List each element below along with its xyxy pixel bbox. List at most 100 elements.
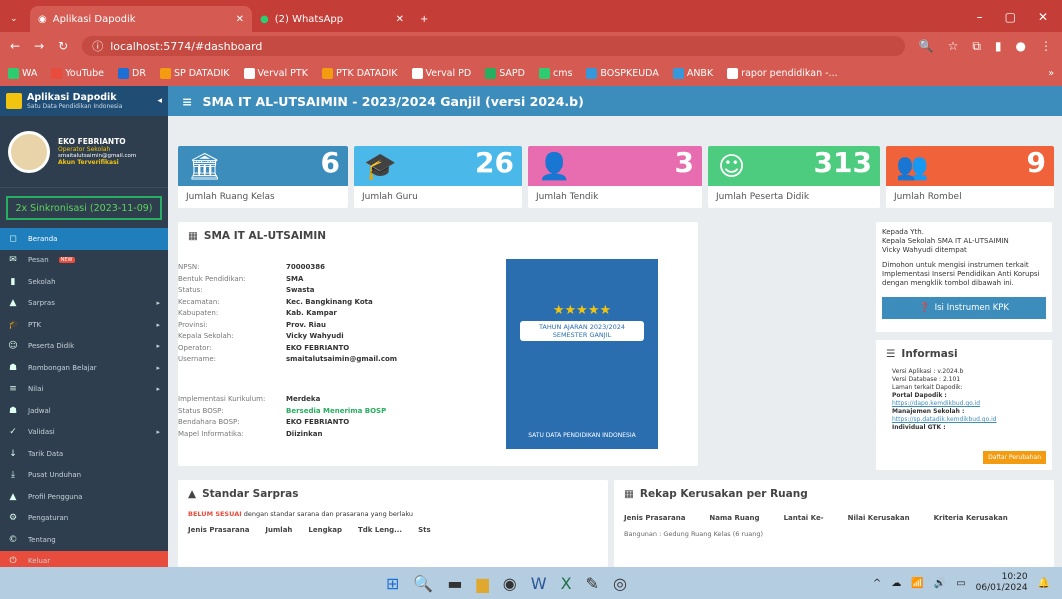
mgr-link[interactable]: https://sp.datadik.kemdikbud.go.id: [892, 416, 997, 423]
bookmark-9[interactable]: BOSPKEUDA: [586, 67, 659, 79]
sidebar-item-13[interactable]: ⚙ Pengaturan: [0, 508, 168, 530]
search-icon[interactable]: 🔍: [413, 574, 433, 593]
column-header[interactable]: Lantai Ke-: [784, 514, 824, 522]
taskview-icon[interactable]: ▬: [447, 574, 462, 593]
weather-icon[interactable]: ☁: [891, 578, 901, 589]
info-value: Merdeka: [286, 395, 321, 403]
stat-card-1[interactable]: 🎓 26 Jumlah Guru: [354, 146, 522, 208]
forward-icon[interactable]: →: [34, 39, 44, 53]
bookmark-5[interactable]: PTK DATADIK: [321, 67, 398, 79]
sidebar-item-1[interactable]: ✉ Pesan NEW: [0, 250, 168, 272]
bookmark-6[interactable]: Verval PD: [411, 67, 471, 79]
sidebar-item-2[interactable]: ▮ Sekolah: [0, 271, 168, 293]
minimize-icon[interactable]: –: [977, 10, 983, 24]
bookmark-4[interactable]: Verval PTK: [243, 67, 308, 79]
column-header[interactable]: Lengkap: [308, 526, 342, 534]
sidebar-item-9[interactable]: ✓ Validasi ▸: [0, 422, 168, 444]
stat-card-4[interactable]: 👥 9 Jumlah Rombel: [886, 146, 1054, 208]
pen-icon[interactable]: ✎: [586, 574, 599, 593]
new-tab-button[interactable]: +: [412, 6, 436, 32]
info-key: Status BOSP:: [178, 406, 224, 415]
info-row: Implementasi Kurikulum: Merdeka: [178, 394, 386, 406]
bookmark-11[interactable]: rapor pendidikan -...: [727, 67, 838, 79]
notification-icon[interactable]: 🔔: [1038, 578, 1050, 589]
url-input[interactable]: ⓘ localhost:5774/#dashboard: [82, 36, 905, 56]
sidebar-item-10[interactable]: ↓ Tarik Data: [0, 443, 168, 465]
bookmark-1[interactable]: YouTube: [51, 67, 104, 79]
chrome-app-icon[interactable]: ◎: [613, 574, 627, 593]
excel-icon[interactable]: X: [561, 574, 572, 593]
word-icon[interactable]: W: [531, 574, 547, 593]
user-status: Akun Terverifikasi: [58, 159, 119, 166]
column-header[interactable]: Tdk Leng...: [358, 526, 402, 534]
bookmark-10[interactable]: ANBK: [672, 67, 713, 79]
sidebar-item-8[interactable]: ☗ Jadwal: [0, 400, 168, 422]
sidebar-item-15[interactable]: ⏻ Keluar: [0, 550, 168, 567]
stat-icon: 👥: [896, 152, 929, 182]
stat-card-3[interactable]: ☺ 313 Jumlah Peserta Didik: [708, 146, 880, 208]
column-header[interactable]: Jumlah: [265, 526, 292, 534]
sidebar-item-4[interactable]: 🎓 PTK ▸: [0, 314, 168, 336]
sidebar-item-label: Sekolah: [28, 277, 56, 286]
sidebar-item-5[interactable]: ☺ Peserta Didik ▸: [0, 336, 168, 358]
rekap-group-row[interactable]: Bangunan : Gedung Ruang Kelas (6 ruang): [614, 522, 1054, 546]
stat-card-2[interactable]: 👤 3 Jumlah Tendik: [528, 146, 702, 208]
bookmark-7[interactable]: SAPD: [485, 67, 525, 79]
portal-link[interactable]: https://dapo.kemdikbud.go.id: [892, 400, 980, 407]
close-icon[interactable]: ✕: [236, 14, 244, 25]
zoom-icon[interactable]: 🔍: [919, 39, 934, 53]
back-icon[interactable]: ←: [10, 39, 20, 53]
sidebar-item-3[interactable]: ▲ Sarpras ▸: [0, 293, 168, 315]
reload-icon[interactable]: ↻: [58, 39, 68, 53]
column-header[interactable]: Sts: [418, 526, 431, 534]
restore-icon[interactable]: ▢: [1005, 10, 1016, 24]
stat-icon: 🎓: [364, 152, 397, 182]
sidebar-item-6[interactable]: ☗ Rombongan Belajar ▸: [0, 357, 168, 379]
file-explorer-icon[interactable]: ▆: [476, 574, 488, 593]
sync-status[interactable]: 2x Sinkronisasi (2023-11-09): [6, 196, 162, 220]
info-key: NPSN:: [178, 263, 200, 271]
bookmark-2[interactable]: DR: [118, 67, 146, 79]
hamburger-icon[interactable]: ≡: [182, 94, 192, 109]
column-header[interactable]: Nama Ruang: [709, 514, 759, 522]
sidebar-item-14[interactable]: © Tentang: [0, 529, 168, 551]
windows-start-icon[interactable]: ⊞: [386, 574, 399, 593]
profile-icon[interactable]: ●: [1016, 39, 1026, 53]
star-icon[interactable]: ☆: [948, 39, 959, 53]
isi-instrumen-kpk-button[interactable]: ❓ Isi Instrumen KPK: [882, 297, 1046, 319]
daftar-perubahan-button[interactable]: Daftar Perubahan: [983, 451, 1046, 464]
sidebar-item-icon: ↓: [9, 448, 17, 459]
column-header[interactable]: Jenis Prasarana: [624, 514, 685, 522]
column-header[interactable]: Kriteria Kerusakan: [934, 514, 1008, 522]
tray-chevron-icon[interactable]: ^: [873, 578, 881, 589]
sidebar-item-12[interactable]: ▲ Profil Pengguna: [0, 486, 168, 508]
clock[interactable]: 10:20 06/01/2024: [976, 572, 1028, 594]
column-header[interactable]: Nilai Kerusakan: [848, 514, 910, 522]
bookmark-8[interactable]: cms: [538, 67, 572, 79]
gtk-label: Individual GTK :: [892, 424, 946, 431]
chrome-icon[interactable]: ◉: [503, 574, 517, 593]
sidebar-item-0[interactable]: ◻ Beranda: [0, 228, 168, 250]
bookmark-3[interactable]: SP DATADIK: [159, 67, 230, 79]
sidebar-item-11[interactable]: ⤓ Pusat Unduhan: [0, 465, 168, 487]
school-bosp-info: Implementasi Kurikulum: Merdeka Status BOS…: [178, 394, 386, 440]
sidebar-item-7[interactable]: ≡ Nilai ▸: [0, 379, 168, 401]
battery-icon[interactable]: ▭: [956, 578, 965, 589]
tab-dapodik[interactable]: ◉ Aplikasi Dapodik ✕: [30, 6, 252, 32]
sidepanel-icon[interactable]: ▮: [995, 39, 1002, 53]
tab-menu-icon[interactable]: ⌄: [0, 14, 30, 32]
sidebar-collapse-icon[interactable]: ◂: [157, 96, 162, 106]
bookmark-0[interactable]: WA: [8, 67, 37, 79]
stat-value: 26: [475, 146, 514, 179]
close-icon[interactable]: ✕: [396, 14, 404, 25]
close-window-icon[interactable]: ✕: [1038, 10, 1048, 24]
tab-whatsapp[interactable]: ● (2) WhatsApp ✕: [252, 6, 412, 32]
volume-icon[interactable]: 🔊: [934, 578, 946, 589]
column-header[interactable]: Jenis Prasarana: [188, 526, 249, 534]
extensions-icon[interactable]: ⧉: [972, 39, 981, 54]
sidebar-item-label: Sarpras: [28, 299, 55, 308]
bookmarks-more-icon[interactable]: »: [1048, 68, 1054, 79]
stat-card-0[interactable]: 🏛 6 Jumlah Ruang Kelas: [178, 146, 348, 208]
kebab-icon[interactable]: ⋮: [1040, 39, 1052, 53]
wifi-icon[interactable]: 📶: [911, 578, 923, 589]
